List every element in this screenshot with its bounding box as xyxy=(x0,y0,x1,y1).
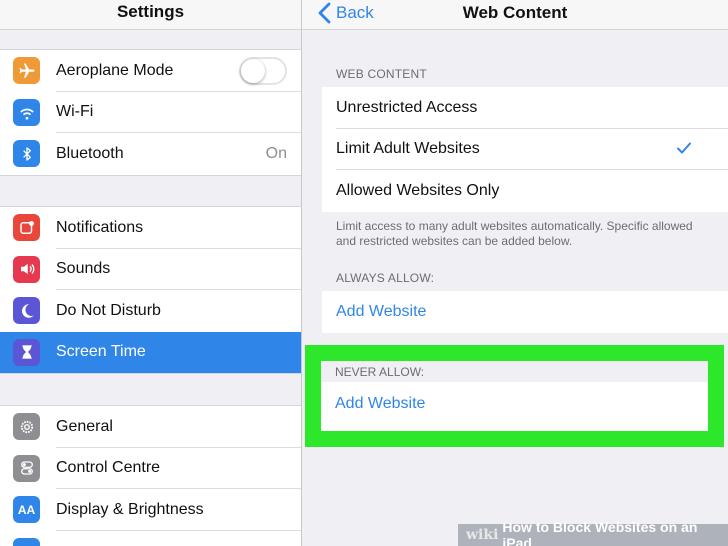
web-content-pane: Web Content Back WEB CONTENT Unrestricte… xyxy=(302,0,728,546)
sidebar-item-label: Screen Time xyxy=(56,343,146,361)
wifi-icon xyxy=(13,98,40,126)
sidebar-item-label: Notifications xyxy=(56,218,144,236)
sidebar-item-label: General xyxy=(56,417,113,435)
option-unrestricted-access[interactable]: Unrestricted Access xyxy=(322,87,728,129)
watermark: wiki How to Block Websites on an iPad xyxy=(458,519,728,546)
back-button[interactable]: Back xyxy=(314,1,374,25)
aeroplane-mode-toggle[interactable] xyxy=(239,57,287,85)
option-label: Unrestricted Access xyxy=(336,98,478,116)
airplane-icon xyxy=(13,57,40,84)
sidebar-item-notifications[interactable]: Notifications xyxy=(0,207,301,249)
settings-sidebar: Settings Aeroplane Mode Wi-Fi Bluetooth … xyxy=(0,0,301,546)
sidebar-item-general[interactable]: General xyxy=(0,406,301,448)
moon-icon xyxy=(13,297,40,324)
sidebar-item-label: Bluetooth xyxy=(56,144,124,162)
sounds-icon xyxy=(13,255,40,283)
text-size-icon: AA xyxy=(13,496,40,523)
sidebar-item-label: Sounds xyxy=(56,260,111,278)
sidebar-item-wifi[interactable]: Wi-Fi xyxy=(0,92,301,133)
sidebar-item-do-not-disturb[interactable]: Do Not Disturb xyxy=(0,290,301,332)
wallpaper-icon xyxy=(13,537,40,546)
sidebar-item-label: Aeroplane Mode xyxy=(56,61,174,79)
sidebar-item-partial[interactable] xyxy=(0,531,301,546)
settings-group-connectivity: Aeroplane Mode Wi-Fi Bluetooth On xyxy=(0,49,301,176)
web-content-section-header: WEB CONTENT xyxy=(336,67,427,81)
sidebar-item-screen-time[interactable]: Screen Time xyxy=(0,331,301,373)
bluetooth-status: On xyxy=(265,144,287,162)
sidebar-item-bluetooth[interactable]: Bluetooth On xyxy=(0,133,301,175)
settings-group-general: General Control Centre AA Display & Brig… xyxy=(0,405,301,546)
option-label: Limit Adult Websites xyxy=(336,140,480,158)
sidebar-header: Settings xyxy=(0,0,301,30)
sidebar-item-display-brightness[interactable]: AA Display & Brightness xyxy=(0,489,301,531)
bluetooth-icon xyxy=(13,140,40,167)
notifications-icon xyxy=(13,214,40,241)
sidebar-item-label: Display & Brightness xyxy=(56,500,204,518)
sidebar-title: Settings xyxy=(116,2,185,21)
web-content-options: Unrestricted Access Limit Adult Websites… xyxy=(322,87,728,212)
watermark-brand: wiki xyxy=(466,527,499,543)
web-content-footer-note: Limit access to many adult websites auto… xyxy=(336,219,693,248)
option-limit-adult-websites[interactable]: Limit Adult Websites xyxy=(322,129,728,170)
hourglass-icon xyxy=(13,338,40,366)
checkmark-icon xyxy=(677,142,691,153)
switches-icon xyxy=(13,454,40,482)
sidebar-item-label: Control Centre xyxy=(56,459,161,477)
add-website-link: Add Website xyxy=(336,302,427,320)
back-label: Back xyxy=(336,3,374,22)
sidebar-item-label: Do Not Disturb xyxy=(56,301,161,319)
sidebar-item-label: Wi-Fi xyxy=(56,103,94,121)
always-allow-header: ALWAYS ALLOW: xyxy=(336,271,435,285)
settings-group-notifications: Notifications Sounds Do Not Disturb Scre… xyxy=(0,206,301,374)
detail-header: Web Content Back xyxy=(302,0,728,30)
sidebar-item-sounds[interactable]: Sounds xyxy=(0,249,301,290)
gear-icon xyxy=(13,413,40,440)
sidebar-item-control-centre[interactable]: Control Centre xyxy=(0,448,301,489)
highlight-box xyxy=(305,345,724,447)
sidebar-item-aeroplane-mode[interactable]: Aeroplane Mode xyxy=(0,50,301,92)
watermark-text: How to Block Websites on an iPad xyxy=(502,519,698,546)
option-label: Allowed Websites Only xyxy=(336,181,500,199)
always-allow-add-website[interactable]: Add Website xyxy=(322,291,728,333)
option-allowed-websites-only[interactable]: Allowed Websites Only xyxy=(322,170,728,212)
always-allow-group: Add Website xyxy=(322,291,728,333)
chevron-left-icon xyxy=(318,2,331,24)
